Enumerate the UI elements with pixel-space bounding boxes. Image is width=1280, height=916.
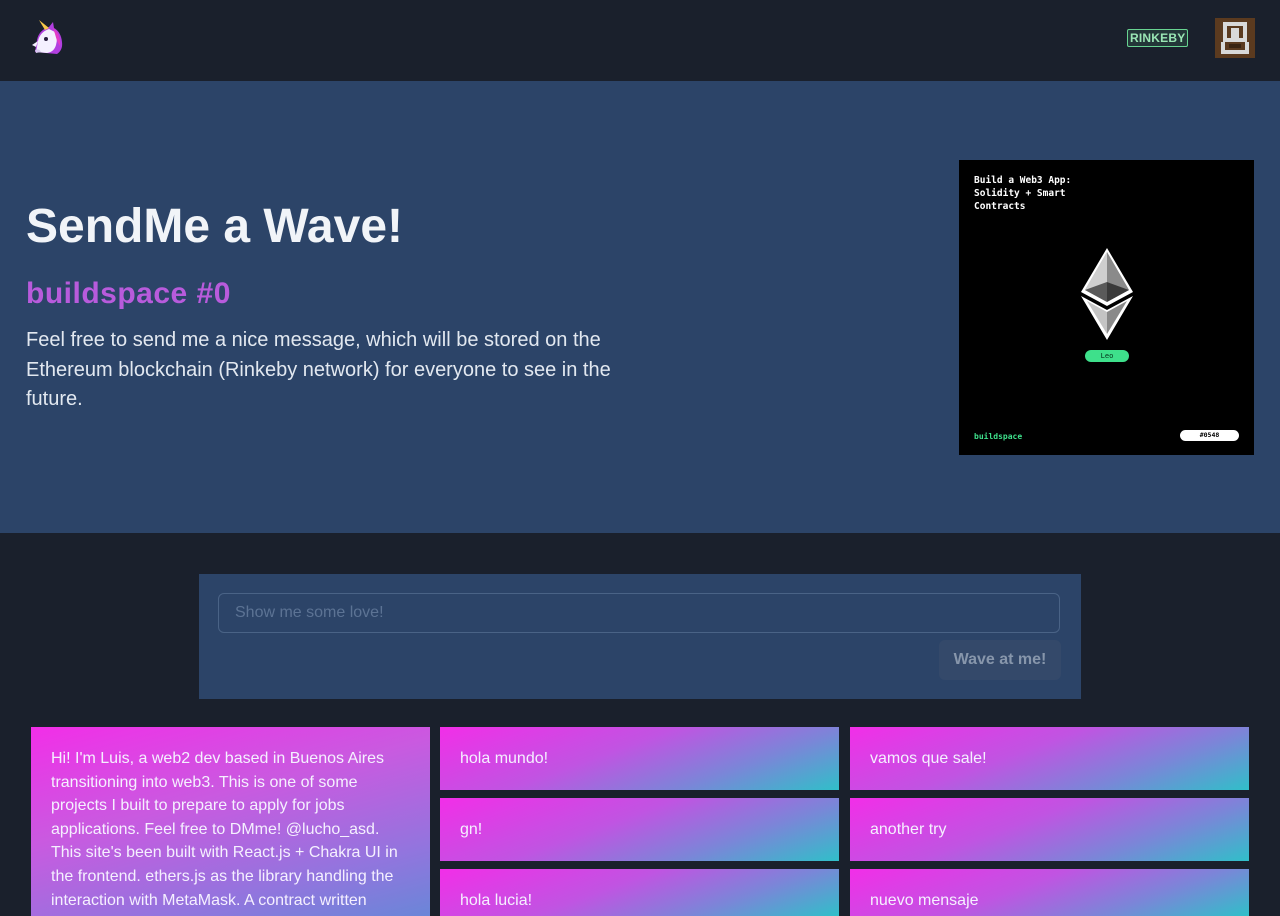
- message-card: hola lucia!: [440, 869, 839, 916]
- message-text: hola mundo!: [460, 750, 549, 767]
- message-text: nuevo mensaje: [870, 892, 979, 909]
- message-text: vamos que sale!: [870, 750, 987, 767]
- nft-name-tag: Leo: [1085, 350, 1129, 362]
- nft-title: Build a Web3 App: Solidity + Smart Contr…: [974, 175, 1072, 212]
- message-card: gn!: [440, 798, 839, 861]
- nft-number: #0548: [1180, 430, 1239, 441]
- nft-card: Build a Web3 App: Solidity + Smart Contr…: [959, 160, 1254, 455]
- message-text: Hi! I'm Luis, a web2 dev based in Buenos…: [51, 750, 398, 909]
- message-text: another try: [870, 821, 947, 838]
- page-subtitle: buildspace #0: [26, 277, 231, 310]
- message-card: vamos que sale!: [850, 727, 1249, 790]
- top-navbar: RINKEBY: [0, 0, 1280, 81]
- message-card: another try: [850, 798, 1249, 861]
- message-card: Hi! I'm Luis, a web2 dev based in Buenos…: [31, 727, 430, 916]
- ethereum-icon: [1081, 248, 1133, 340]
- message-input[interactable]: [218, 593, 1060, 633]
- hero-description: Feel free to send me a nice message, whi…: [26, 329, 611, 410]
- pixel-avatar-icon[interactable]: [1215, 18, 1255, 58]
- message-text: hola lucia!: [460, 892, 533, 909]
- unicorn-icon[interactable]: [27, 18, 67, 58]
- hero-section: SendMe a Wave! buildspace #0 Feel free t…: [0, 81, 1280, 533]
- message-card: hola mundo!: [440, 727, 839, 790]
- nft-brand: buildspace: [974, 432, 1023, 441]
- page-title: SendMe a Wave!: [26, 200, 403, 253]
- wave-button[interactable]: Wave at me!: [939, 640, 1061, 680]
- message-card: nuevo mensaje: [850, 869, 1249, 916]
- message-form: Wave at me!: [199, 574, 1081, 699]
- network-badge: RINKEBY: [1127, 29, 1189, 47]
- message-text: gn!: [460, 821, 483, 838]
